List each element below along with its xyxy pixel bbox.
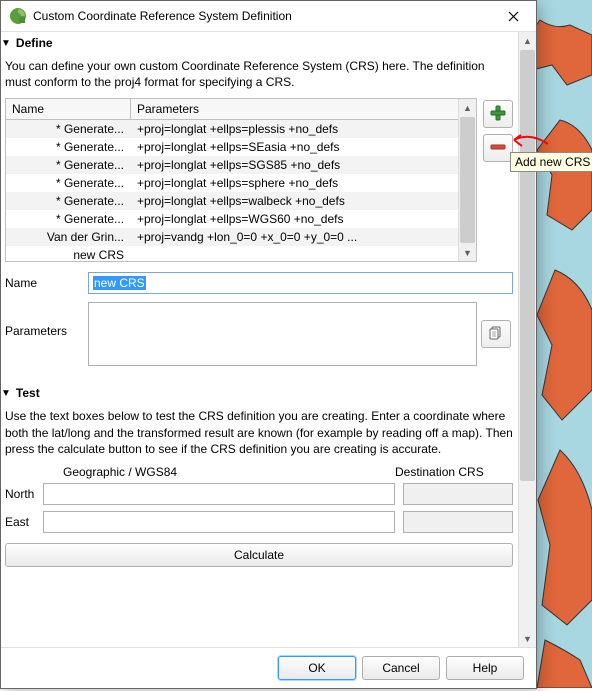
east-label: East [5,515,43,529]
cell-params: +proj=longlat +ellps=SGS85 +no_defs [131,158,458,172]
name-label: Name [5,276,80,290]
scroll-thumb[interactable] [520,50,535,481]
cell-name: * Generate... [6,212,131,226]
north-dest-output [403,483,513,505]
plus-icon [490,105,506,124]
collapse-icon: ▼ [1,38,11,49]
table-row[interactable]: * Generate...+proj=longlat +ellps=SEasia… [6,138,458,156]
col-name[interactable]: Name [6,99,131,119]
geo-column-label: Geographic / WGS84 [63,465,395,479]
copy-icon [489,326,503,343]
cell-name: * Generate... [6,194,131,208]
cell-params: +proj=vandg +lon_0=0 +x_0=0 +y_0=0 ... [131,230,458,244]
remove-crs-button[interactable] [483,134,513,162]
scroll-down-icon[interactable]: ▼ [459,244,476,261]
titlebar: Custom Coordinate Reference System Defin… [1,1,536,32]
cell-params: +proj=longlat +ellps=sphere +no_defs [131,176,458,190]
add-crs-tooltip: Add new CRS [510,152,592,172]
table-row[interactable]: * Generate...+proj=longlat +ellps=SGS85 … [6,156,458,174]
parameters-textarea[interactable] [88,302,477,366]
name-input[interactable]: new CRS [88,272,513,294]
test-help-text: Use the text boxes below to test the CRS… [5,408,513,457]
cell-params: +proj=longlat +ellps=walbeck +no_defs [131,194,458,208]
scroll-up-icon[interactable]: ▲ [459,99,476,116]
add-crs-button[interactable] [483,100,513,128]
define-section-header[interactable]: ▼ Define [1,34,517,52]
collapse-icon: ▼ [1,388,11,399]
table-row[interactable]: new CRS [6,246,458,261]
east-dest-output [403,511,513,533]
minus-icon [490,139,506,158]
cancel-button[interactable]: Cancel [362,656,440,680]
test-label: Test [16,386,40,400]
window-title: Custom Coordinate Reference System Defin… [33,9,491,23]
define-help-text: You can define your own custom Coordinat… [5,58,513,90]
table-scrollbar[interactable]: ▲ ▼ [458,99,476,261]
dest-column-label: Destination CRS [395,465,513,479]
cell-name: new CRS [6,248,131,261]
north-label: North [5,487,43,501]
table-row[interactable]: * Generate...+proj=longlat +ellps=WGS60 … [6,210,458,228]
cell-name: * Generate... [6,140,131,154]
name-value: new CRS [93,276,146,290]
copy-crs-button[interactable] [481,320,511,348]
table-row[interactable]: Van der Grin...+proj=vandg +lon_0=0 +x_0… [6,228,458,246]
dialog-footer: OK Cancel Help [1,647,536,688]
scroll-thumb[interactable] [460,117,475,243]
crs-dialog: Custom Coordinate Reference System Defin… [0,0,537,689]
cell-name: * Generate... [6,158,131,172]
east-input[interactable] [43,511,395,533]
table-row[interactable]: * Generate...+proj=longlat +ellps=walbec… [6,192,458,210]
dialog-scrollbar[interactable]: ▲ ▼ [518,32,536,647]
col-params[interactable]: Parameters [131,99,458,119]
cell-params: +proj=longlat +ellps=WGS60 +no_defs [131,212,458,226]
table-row[interactable]: * Generate...+proj=longlat +ellps=plessi… [6,120,458,138]
qgis-icon [9,7,27,25]
cell-name: * Generate... [6,176,131,190]
dialog-content: ▲ ▼ ▼ Define You can define your own cus… [1,32,536,647]
cell-params: +proj=longlat +ellps=SEasia +no_defs [131,140,458,154]
scroll-up-icon[interactable]: ▲ [519,32,536,49]
define-label: Define [16,36,53,50]
cell-name: * Generate... [6,122,131,136]
cell-name: Van der Grin... [6,230,131,244]
help-button[interactable]: Help [446,656,524,680]
table-row[interactable]: * Generate...+proj=longlat +ellps=sphere… [6,174,458,192]
crs-table[interactable]: Name Parameters * Generate...+proj=longl… [5,98,477,262]
calculate-button[interactable]: Calculate [5,543,513,567]
scroll-down-icon[interactable]: ▼ [519,630,536,647]
table-header: Name Parameters [6,99,458,120]
test-section-header[interactable]: ▼ Test [1,384,517,402]
close-button[interactable] [491,1,536,31]
north-input[interactable] [43,483,395,505]
parameters-label: Parameters [5,302,80,338]
cell-params: +proj=longlat +ellps=plessis +no_defs [131,122,458,136]
ok-button[interactable]: OK [278,656,356,680]
